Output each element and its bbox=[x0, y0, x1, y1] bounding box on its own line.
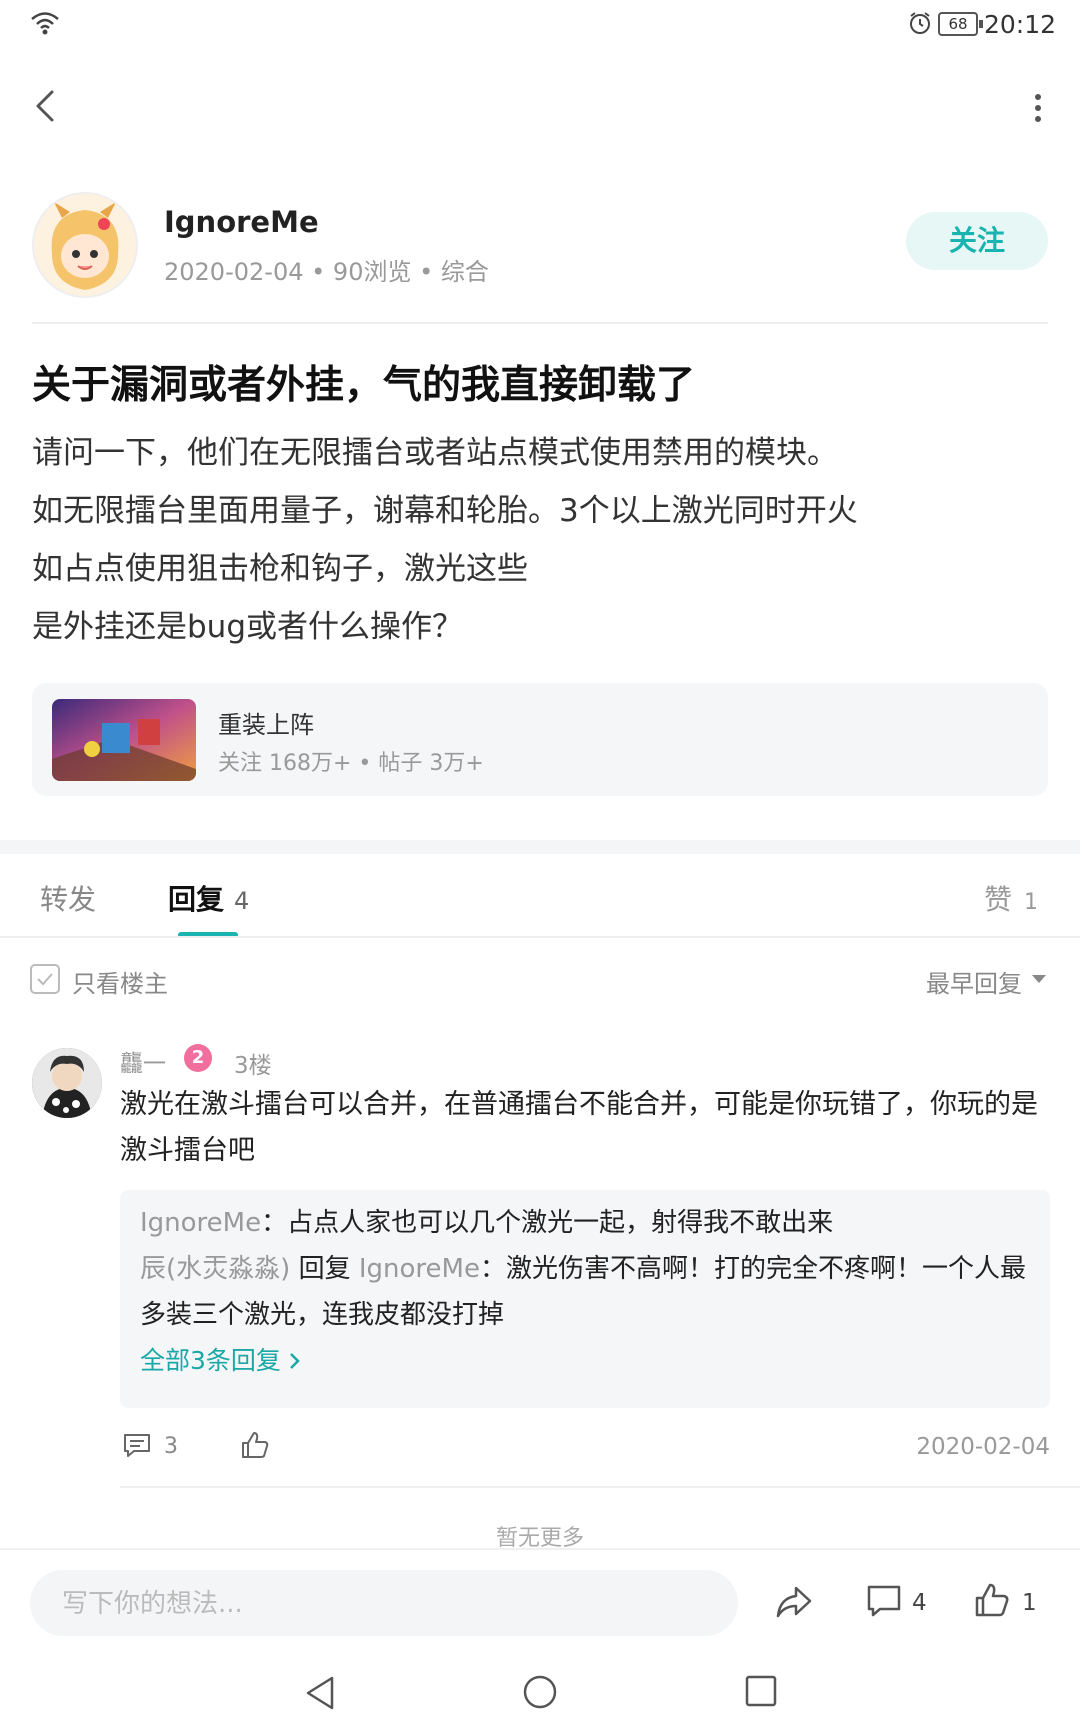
reply-text: 占点人家也可以几个激光一起，射得我不敢出来 bbox=[287, 1208, 834, 1238]
stats-separator: • bbox=[358, 751, 379, 776]
game-thumbnail bbox=[52, 699, 196, 781]
post-line: 请问一下，他们在无限擂台或者站点模式使用禁用的模块。 bbox=[32, 435, 838, 471]
meta-separator: • bbox=[311, 258, 333, 286]
see-all-replies[interactable]: 全部3条回复 bbox=[140, 1338, 1030, 1384]
tab-reply-count: 4 bbox=[234, 887, 250, 915]
comment-floor: 3楼 bbox=[234, 1053, 272, 1079]
comment-icon[interactable] bbox=[866, 1584, 902, 1618]
reply-separator: ： bbox=[479, 1254, 506, 1284]
post-line: 是外挂还是bug或者什么操作？ bbox=[32, 609, 464, 645]
comment-input-box[interactable] bbox=[30, 1570, 738, 1638]
see-all-label: 全部3条回复 bbox=[140, 1346, 281, 1375]
tab-reply[interactable]: 回复 4 bbox=[168, 878, 249, 918]
post-category: 综合 bbox=[440, 258, 489, 286]
reply-word: 回复 bbox=[298, 1254, 351, 1284]
comment-input[interactable] bbox=[60, 1570, 714, 1638]
tab-reply-label: 回复 bbox=[168, 883, 225, 916]
tab-like[interactable]: 赞1 bbox=[984, 878, 1038, 918]
commenter-name[interactable]: 龘一 bbox=[120, 1044, 166, 1078]
game-name: 重装上阵 bbox=[218, 711, 314, 739]
divider bbox=[120, 1486, 1080, 1488]
author-name[interactable]: IgnoreMe bbox=[164, 205, 319, 239]
reply-item: 辰(水㶣淼淼) 回复 IgnoreMe：激光伤害不高啊！打的完全不疼啊！一个人最… bbox=[140, 1246, 1030, 1338]
reply-author[interactable]: IgnoreMe bbox=[140, 1208, 261, 1238]
battery-icon: 68 bbox=[938, 12, 983, 36]
game-follows: 关注 168万+ bbox=[218, 751, 352, 776]
post-body: 请问一下，他们在无限擂台或者站点模式使用禁用的模块。 如无限擂台里面用量子，谢幕… bbox=[32, 424, 1048, 656]
reply-author[interactable]: 辰(水㶣淼淼) bbox=[140, 1254, 290, 1284]
post-line: 如无限擂台里面用量子，谢幕和轮胎。3个以上激光同时开火 bbox=[32, 493, 858, 529]
share-icon[interactable] bbox=[774, 1584, 814, 1620]
reply-target[interactable]: IgnoreMe bbox=[359, 1254, 480, 1284]
reply-item: IgnoreMe：占点人家也可以几个激光一起，射得我不敢出来 bbox=[140, 1200, 1030, 1246]
nav-back-icon[interactable] bbox=[302, 1674, 338, 1712]
status-time: 20:12 bbox=[983, 10, 1056, 39]
game-stats: 关注 168万+ • 帖子 3万+ bbox=[218, 745, 484, 777]
tab-forward[interactable]: 转发 bbox=[40, 878, 96, 918]
reply-list: IgnoreMe：占点人家也可以几个激光一起，射得我不敢出来 辰(水㶣淼淼) 回… bbox=[140, 1200, 1030, 1384]
comment-icon[interactable] bbox=[122, 1432, 152, 1458]
post-views: 90浏览 bbox=[332, 258, 412, 286]
only-owner-checkbox[interactable] bbox=[30, 964, 60, 994]
tab-like-count: 1 bbox=[1024, 890, 1038, 915]
author-avatar[interactable] bbox=[32, 192, 138, 298]
more-icon[interactable] bbox=[1032, 92, 1044, 124]
meta-separator: • bbox=[419, 258, 441, 286]
comment-date: 2020-02-04 bbox=[916, 1434, 1050, 1460]
commenter-avatar[interactable] bbox=[32, 1048, 102, 1118]
post-title: 关于漏洞或者外挂，气的我直接卸载了 bbox=[32, 363, 696, 408]
post-date: 2020-02-04 bbox=[164, 258, 304, 286]
status-bar: 68 20:12 bbox=[0, 0, 1080, 50]
nav-home-icon[interactable] bbox=[522, 1674, 558, 1710]
follow-button[interactable]: 关注 bbox=[906, 212, 1048, 270]
caret-down-icon[interactable] bbox=[1032, 975, 1046, 983]
check-icon bbox=[37, 973, 53, 986]
game-posts: 帖子 3万+ bbox=[378, 751, 484, 776]
alarm-icon bbox=[910, 12, 930, 34]
chevron-right-icon bbox=[290, 1353, 300, 1369]
game-card[interactable]: 重装上阵 关注 168万+ • 帖子 3万+ bbox=[32, 683, 1048, 796]
level-badge: 2 bbox=[184, 1044, 212, 1072]
comment-reply-count: 3 bbox=[164, 1434, 178, 1459]
tab-like-label: 赞 bbox=[983, 883, 1012, 916]
avatar-illustration bbox=[34, 194, 136, 296]
wifi-icon bbox=[31, 12, 59, 35]
reply-separator: ： bbox=[261, 1208, 288, 1238]
section-divider bbox=[0, 840, 1080, 854]
divider bbox=[32, 322, 1048, 324]
reply-thread[interactable]: IgnoreMe：占点人家也可以几个激光一起，射得我不敢出来 辰(水㶣淼淼) 回… bbox=[120, 1190, 1050, 1408]
like-icon[interactable] bbox=[240, 1430, 270, 1460]
divider bbox=[0, 936, 1080, 938]
like-icon[interactable] bbox=[974, 1582, 1010, 1618]
only-owner-label[interactable]: 只看楼主 bbox=[72, 964, 168, 999]
post-meta: 2020-02-04 • 90浏览 • 综合 bbox=[164, 252, 489, 287]
nav-recent-icon[interactable] bbox=[744, 1674, 778, 1708]
back-icon[interactable] bbox=[28, 84, 64, 128]
sort-dropdown[interactable]: 最早回复 bbox=[926, 964, 1022, 999]
comment-count: 4 bbox=[912, 1590, 927, 1616]
like-count: 1 bbox=[1022, 1590, 1037, 1616]
post-line: 如占点使用狙击枪和钩子，激光这些 bbox=[32, 551, 528, 587]
comment-text: 激光在激斗擂台可以合并，在普通擂台不能合并，可能是你玩错了，你玩的是激斗擂台吧 bbox=[120, 1089, 1038, 1166]
